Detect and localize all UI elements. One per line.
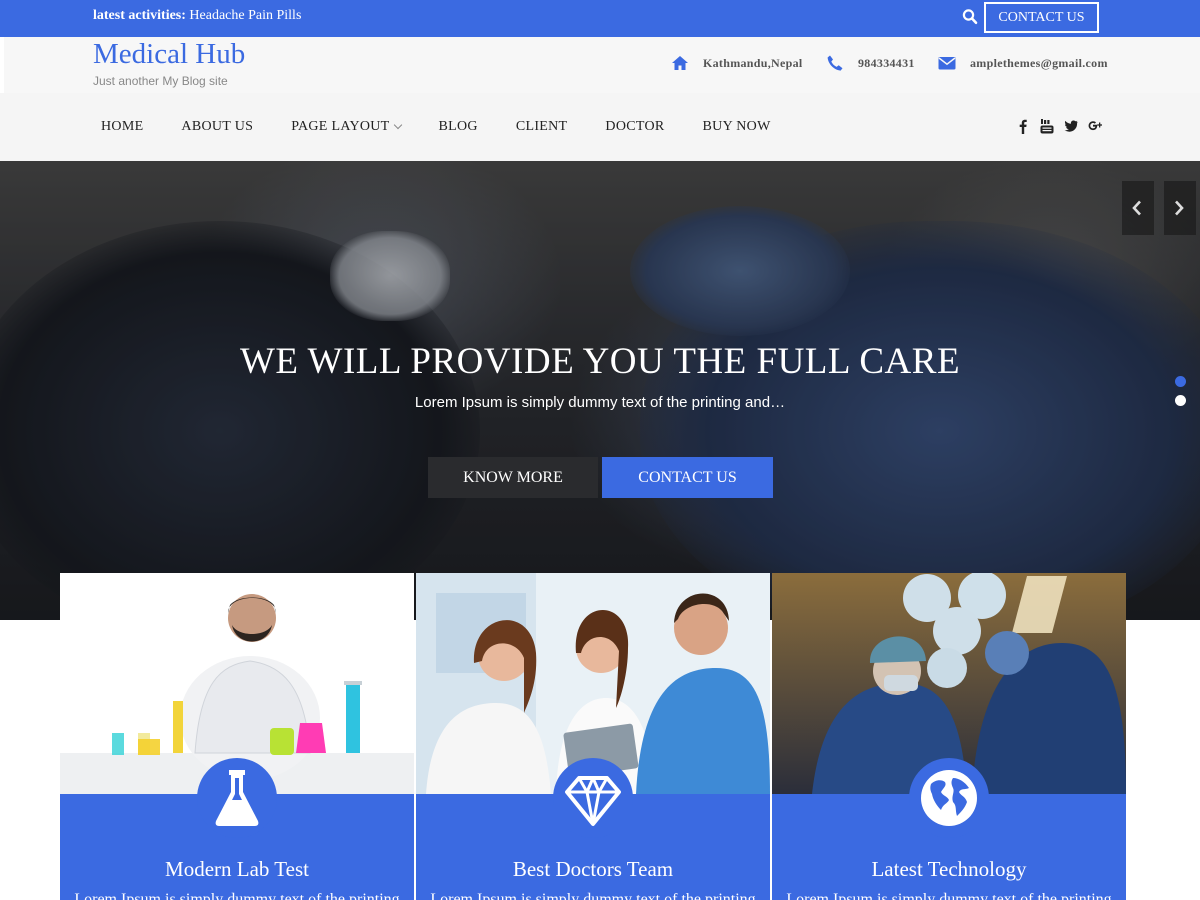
address-text: Kathmandu,Nepal bbox=[703, 55, 803, 70]
youtube-icon[interactable] bbox=[1040, 118, 1054, 134]
google-plus-icon[interactable] bbox=[1088, 118, 1102, 134]
hero-contact-button[interactable]: CONTACT US bbox=[602, 457, 773, 498]
nav-item-page-layout-label: PAGE LAYOUT bbox=[291, 119, 390, 134]
nav-item-doctor[interactable]: DOCTOR bbox=[586, 119, 683, 135]
nav-item-client[interactable]: CLIENT bbox=[497, 119, 587, 135]
twitter-icon[interactable] bbox=[1064, 118, 1078, 134]
facebook-icon[interactable] bbox=[1016, 118, 1030, 134]
feature-card-doctors[interactable]: Best Doctors Team Lorem Ipsum is simply … bbox=[416, 573, 770, 900]
feature-icon-circle bbox=[553, 758, 633, 838]
search-icon[interactable] bbox=[962, 8, 978, 26]
feature-icon-circle bbox=[909, 758, 989, 838]
activities-label: latest activities: bbox=[93, 8, 186, 23]
home-icon bbox=[672, 56, 688, 70]
feature-icon-circle bbox=[197, 758, 277, 838]
main-nav: HOME ABOUT US PAGE LAYOUT BLOG CLIENT DO… bbox=[0, 93, 1200, 161]
feature-description: Lorem Ipsum is simply dummy text of the … bbox=[74, 891, 400, 900]
slider-dot-active[interactable] bbox=[1175, 376, 1186, 387]
know-more-button[interactable]: KNOW MORE bbox=[428, 457, 598, 498]
slider-next-button[interactable] bbox=[1164, 181, 1196, 235]
phone-info: 984334431 bbox=[826, 54, 915, 72]
phone-text: 984334431 bbox=[858, 55, 915, 70]
hero-overlay bbox=[0, 161, 1200, 620]
activities-link[interactable]: Headache Pain Pills bbox=[189, 8, 301, 23]
hero-title: WE WILL PROVIDE YOU THE FULL CARE bbox=[239, 341, 961, 382]
globe-icon bbox=[921, 770, 977, 826]
envelope-icon bbox=[938, 57, 956, 70]
chevron-right-icon bbox=[1175, 200, 1184, 216]
flask-icon bbox=[215, 770, 259, 826]
hero-slider: WE WILL PROVIDE YOU THE FULL CARE Lorem … bbox=[0, 161, 1200, 620]
nav-item-page-layout[interactable]: PAGE LAYOUT bbox=[272, 119, 419, 135]
nav-item-buy-now[interactable]: BUY NOW bbox=[684, 119, 790, 135]
latest-activities: latest activities: Headache Pain Pills bbox=[93, 8, 301, 24]
feature-description: Lorem Ipsum is simply dummy text of the … bbox=[786, 891, 1112, 900]
phone-icon bbox=[827, 55, 843, 71]
nav-menu: HOME ABOUT US PAGE LAYOUT BLOG CLIENT DO… bbox=[82, 93, 790, 161]
feature-title: Best Doctors Team bbox=[512, 857, 674, 881]
social-links bbox=[1006, 118, 1102, 134]
chevron-down-icon bbox=[393, 120, 402, 130]
top-bar: latest activities: Headache Pain Pills C… bbox=[0, 0, 1200, 37]
diamond-icon bbox=[565, 776, 621, 826]
nav-item-blog[interactable]: BLOG bbox=[420, 119, 497, 135]
email-text: amplethemes@gmail.com bbox=[970, 55, 1108, 70]
top-contact-button[interactable]: CONTACT US bbox=[984, 2, 1099, 33]
nav-item-home[interactable]: HOME bbox=[82, 119, 162, 135]
site-title[interactable]: Medical Hub bbox=[93, 38, 245, 71]
site-tagline: Just another My Blog site bbox=[93, 74, 228, 88]
nav-item-about-us[interactable]: ABOUT US bbox=[162, 119, 272, 135]
chevron-left-icon bbox=[1132, 200, 1141, 216]
email-info: amplethemes@gmail.com bbox=[938, 54, 1108, 72]
address-info: Kathmandu,Nepal bbox=[671, 54, 803, 72]
feature-title: Modern Lab Test bbox=[165, 857, 309, 881]
feature-card-technology[interactable]: Latest Technology Lorem Ipsum is simply … bbox=[772, 573, 1126, 900]
feature-description: Lorem Ipsum is simply dummy text of the … bbox=[430, 891, 756, 900]
slider-dot[interactable] bbox=[1175, 395, 1186, 406]
feature-title: Latest Technology bbox=[871, 857, 1027, 881]
hero-subtitle: Lorem Ipsum is simply dummy text of the … bbox=[414, 394, 786, 411]
feature-card-lab[interactable]: Modern Lab Test Lorem Ipsum is simply du… bbox=[60, 573, 414, 900]
slider-prev-button[interactable] bbox=[1122, 181, 1154, 235]
